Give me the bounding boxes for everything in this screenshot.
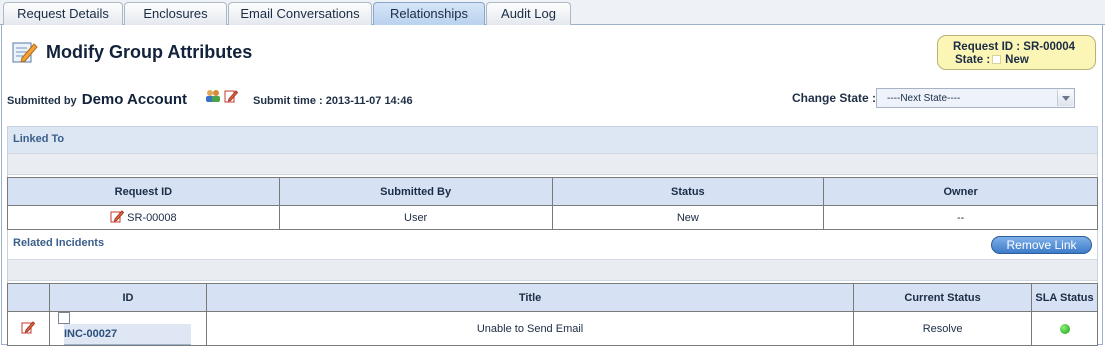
change-state-select[interactable]: ----Next State----: [876, 88, 1075, 108]
column-header: Submitted By: [278, 177, 553, 206]
submitted-by-label: Submitted by: [7, 95, 77, 107]
sla-status-cell: [1031, 310, 1098, 347]
related-incidents-band: [8, 259, 1097, 281]
page-edit-icon: [12, 40, 38, 64]
users-icon[interactable]: [205, 89, 221, 106]
change-state-label: Change State :: [792, 91, 877, 105]
column-header: Status: [551, 177, 825, 206]
chevron-down-icon[interactable]: [1057, 90, 1073, 106]
status-cell: New: [551, 205, 825, 230]
request-info-box: Request ID : SR-00004 State : New: [937, 35, 1096, 70]
incident-id-cell: INC-00027: [48, 310, 207, 347]
column-header: Title: [205, 283, 855, 312]
submitted-by-cell: User: [278, 205, 553, 230]
submitter-icons: [205, 89, 239, 106]
column-header: SLA Status: [1031, 283, 1098, 312]
tab-email-conversations[interactable]: Email Conversations: [228, 2, 372, 25]
submitted-by: Submitted by Demo Account: [7, 91, 187, 108]
incident-id-link[interactable]: INC-00027: [63, 324, 191, 346]
request-id-cell: SR-00008: [7, 205, 280, 230]
edit-icon[interactable]: [21, 320, 36, 337]
request-id-label: Request ID : SR-00004: [953, 41, 1076, 53]
state-line: State : New: [955, 54, 1029, 66]
column-header: Current Status: [853, 283, 1032, 312]
page-title: Modify Group Attributes: [46, 42, 253, 62]
table-row: SR-00008 User New --: [7, 205, 1098, 230]
column-header: Request ID: [7, 177, 280, 206]
state-label: State :: [955, 54, 991, 66]
table-header-row: ID Title Current Status SLA Status: [7, 283, 1098, 312]
linked-to-title: Linked To: [13, 133, 65, 145]
sla-status-icon: [1059, 323, 1070, 334]
related-incidents-header: Related Incidents: [8, 233, 1097, 259]
table-header-row: Request ID Submitted By Status Owner: [7, 177, 1098, 206]
column-header-actions: [7, 283, 50, 312]
column-header: Owner: [823, 177, 1098, 206]
row-checkbox[interactable]: [57, 312, 70, 325]
state-value: New: [1005, 54, 1029, 66]
linked-to-band: [8, 153, 1097, 175]
related-incidents-table: ID Title Current Status SLA Status INC-0…: [7, 283, 1098, 347]
submitted-by-name: Demo Account: [81, 91, 188, 108]
edit-icon[interactable]: [224, 89, 239, 106]
owner-cell: --: [823, 205, 1098, 230]
row-actions-cell: [7, 310, 50, 347]
related-incidents-title: Related Incidents: [13, 237, 105, 249]
linked-to-header: Linked To: [8, 127, 1097, 153]
table-row: INC-00027 Unable to Send Email Resolve: [7, 310, 1098, 347]
state-color-icon: [992, 55, 1002, 64]
current-status-cell: Resolve: [853, 310, 1032, 347]
tab-relationships[interactable]: Relationships: [373, 2, 485, 25]
tab-request-details[interactable]: Request Details: [3, 2, 123, 25]
tab-enclosures[interactable]: Enclosures: [124, 2, 227, 25]
tab-bar: Request Details Enclosures Email Convers…: [0, 0, 1105, 25]
tab-audit-log[interactable]: Audit Log: [486, 2, 571, 25]
change-state-value: ----Next State----: [887, 93, 961, 104]
submit-time: Submit time : 2013-11-07 14:46: [253, 95, 413, 107]
incident-title-cell: Unable to Send Email: [205, 310, 855, 347]
request-id-link[interactable]: SR-00008: [127, 211, 177, 223]
linked-to-table: Request ID Submitted By Status Owner SR-…: [7, 177, 1098, 230]
edit-icon[interactable]: [110, 209, 125, 226]
remove-link-button[interactable]: Remove Link: [991, 236, 1092, 254]
column-header: ID: [48, 283, 207, 312]
